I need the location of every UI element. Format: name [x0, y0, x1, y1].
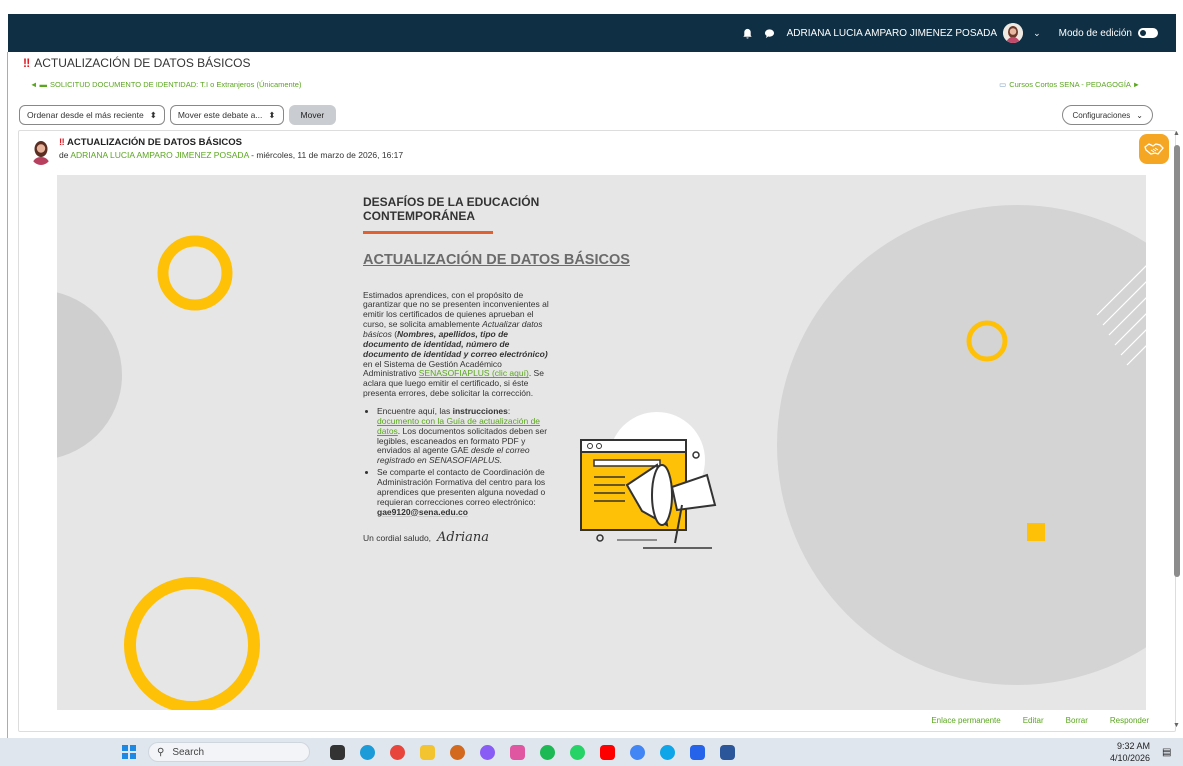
prev-discussion-link[interactable]: ◄ ▬ SOLICITUD DOCUMENTO DE IDENTIDAD: T.…	[30, 80, 301, 89]
bell-icon[interactable]	[741, 26, 755, 40]
search-icon: ⚲	[157, 746, 165, 758]
whatsapp-icon[interactable]	[570, 745, 585, 760]
chevron-down-icon[interactable]: ⌄	[1033, 28, 1041, 39]
senasofiaplus-link[interactable]: SENASOFIAPLUS (clic aquí)	[419, 368, 529, 379]
spotify-icon[interactable]	[540, 745, 555, 760]
edit-mode-toggle[interactable]	[1138, 28, 1158, 38]
post-title-text: ACTUALIZACIÓN DE DATOS BÁSICOS	[67, 137, 242, 148]
post-meta: de ADRIANA LUCIA AMPARO JIMENEZ POSADA -…	[59, 150, 403, 160]
move-select-value: Mover este debate a...	[177, 110, 263, 120]
app-icon[interactable]	[690, 745, 705, 760]
chrome-profile-icon[interactable]	[630, 745, 645, 760]
li1-bold: instrucciones	[452, 406, 508, 417]
task-view-icon[interactable]	[330, 745, 345, 760]
youtube-icon[interactable]	[600, 745, 615, 760]
chevron-down-icon: ⌄	[1136, 110, 1143, 120]
post-author-link[interactable]: ADRIANA LUCIA AMPARO JIMENEZ POSADA	[70, 150, 248, 160]
sort-select[interactable]: Ordenar desde el más reciente ⬍	[19, 105, 165, 125]
search-placeholder: Search	[172, 746, 205, 758]
next-discussion-label: Cursos Cortos SENA - PEDAGOGÍA ►	[1009, 80, 1140, 89]
top-navbar: ADRIANA LUCIA AMPARO JIMENEZ POSADA ⌄ Mo…	[8, 14, 1176, 52]
move-discussion-select[interactable]: Mover este debate a... ⬍	[169, 105, 284, 125]
arrow-left-icon: ◄ ▬	[30, 80, 48, 89]
scroll-down-icon[interactable]: ▼	[1173, 722, 1180, 729]
taskbar-clock[interactable]: 9:32 AM 4/10/2026	[1110, 741, 1150, 764]
permalink-link[interactable]: Enlace permanente	[931, 716, 1000, 725]
post-title: ‼ ACTUALIZACIÓN DE DATOS BÁSICOS	[59, 137, 242, 148]
windows-start-icon[interactable]	[122, 745, 136, 759]
notification-icon[interactable]: ▤	[1162, 747, 1171, 758]
author-avatar[interactable]	[30, 139, 52, 165]
app-icon[interactable]	[510, 745, 525, 760]
sort-select-value: Ordenar desde el más reciente	[27, 110, 144, 120]
post-by: de	[59, 150, 69, 160]
word-icon[interactable]	[720, 745, 735, 760]
closing-text: Un cordial saludo,	[363, 532, 432, 543]
heading-underline	[363, 230, 493, 234]
banner-main-title: ACTUALIZACIÓN DE DATOS BÁSICOS	[363, 251, 630, 268]
avatar[interactable]	[1003, 23, 1024, 43]
prev-discussion-label: SOLICITUD DOCUMENTO DE IDENTIDAD: T.I o …	[50, 80, 302, 89]
scrollbar-thumb[interactable]	[1174, 145, 1180, 577]
li1-text-a: Encuentre aquí, las	[377, 406, 453, 417]
settings-button[interactable]: Configuraciones ⌄	[1062, 105, 1153, 125]
book-icon: ▭	[999, 80, 1007, 89]
user-name[interactable]: ADRIANA LUCIA AMPARO JIMENEZ POSADA	[787, 28, 997, 39]
banner-heading: DESAFÍOS DE LA EDUCACIÓN CONTEMPORÁNEA	[363, 195, 540, 224]
li2-text-a: Se comparte el contacto de Coordinación …	[377, 467, 546, 507]
select-arrows-icon: ⬍	[149, 109, 157, 120]
controls-row: Ordenar desde el más reciente ⬍ Mover es…	[19, 104, 1153, 126]
exclamation-icon: ‼	[23, 56, 31, 70]
scroll-up-icon[interactable]: ▲	[1173, 130, 1180, 137]
file-explorer-icon[interactable]	[420, 745, 435, 760]
edge-dev-icon[interactable]	[660, 745, 675, 760]
exclamation-icon: ‼	[59, 137, 65, 148]
page-title-text: ACTUALIZACIÓN DE DATOS BÁSICOS	[34, 56, 251, 70]
left-border-line	[7, 52, 8, 738]
app-icon[interactable]	[450, 745, 465, 760]
select-arrows-icon: ⬍	[268, 109, 276, 120]
reply-link[interactable]: Responder	[1110, 716, 1149, 725]
clock-time: 9:32 AM	[1117, 741, 1151, 751]
forum-post: ‼ ACTUALIZACIÓN DE DATOS BÁSICOS de ADRI…	[18, 130, 1176, 732]
page-title: ‼ ACTUALIZACIÓN DE DATOS BÁSICOS	[23, 56, 251, 70]
edit-mode-label: Modo de edición	[1058, 27, 1132, 39]
contact-email: gae9120@sena.edu.co	[377, 506, 468, 517]
settings-button-label: Configuraciones	[1072, 110, 1131, 120]
post-actions: Enlace permanente Editar Borrar Responde…	[19, 716, 1149, 725]
delete-link[interactable]: Borrar	[1066, 716, 1088, 725]
edit-link[interactable]: Editar	[1023, 716, 1044, 725]
clock-date: 4/10/2026	[1110, 752, 1151, 763]
handshake-icon[interactable]	[1139, 134, 1169, 164]
list-item: Se comparte el contacto de Coordinación …	[377, 467, 553, 517]
post-date: - miércoles, 11 de marzo de 2026, 16:17	[251, 150, 404, 160]
li1-text-b: :	[507, 406, 511, 417]
signature: Adriana	[437, 529, 490, 545]
banner-paragraph: Estimados aprendices, con el propósito d…	[363, 290, 553, 399]
copilot-icon[interactable]	[480, 745, 495, 760]
taskbar: ⚲ Search 9:32 AM 4/10/2026 ▤	[0, 738, 1183, 766]
chat-icon[interactable]	[763, 26, 777, 40]
closing-line: Un cordial saludo, Adriana	[363, 530, 553, 545]
list-item: Encuentre aquí, las instrucciones: docum…	[377, 406, 553, 466]
taskbar-search[interactable]: ⚲ Search	[148, 742, 310, 762]
discussion-nav: ◄ ▬ SOLICITUD DOCUMENTO DE IDENTIDAD: T.…	[30, 80, 1140, 89]
move-button[interactable]: Mover	[288, 105, 337, 125]
edge-icon[interactable]	[360, 745, 375, 760]
banner-list: Encuentre aquí, las instrucciones: docum…	[377, 406, 553, 517]
next-discussion-link[interactable]: ▭ Cursos Cortos SENA - PEDAGOGÍA ►	[999, 80, 1140, 89]
announcement-banner: DESAFÍOS DE LA EDUCACIÓN CONTEMPORÁNEA A…	[57, 175, 1146, 710]
chrome-icon[interactable]	[390, 745, 405, 760]
banner-text: DESAFÍOS DE LA EDUCACIÓN CONTEMPORÁNEA A…	[363, 195, 630, 545]
